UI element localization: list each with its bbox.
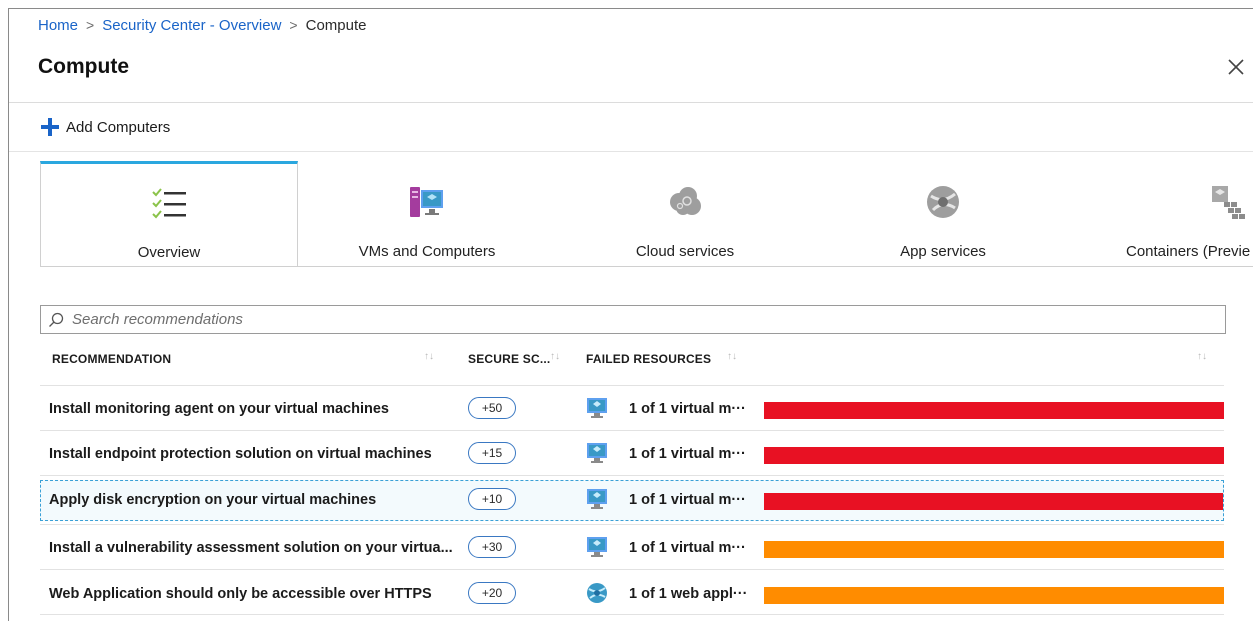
add-computers-label: Add Computers xyxy=(66,118,171,136)
recommendation-text: Install a vulnerability assessment solut… xyxy=(49,540,453,556)
add-computers-button[interactable]: Add Computers xyxy=(40,117,170,137)
app-services-icon xyxy=(927,186,959,218)
tab-vms-and-computers[interactable]: VMs and Computers xyxy=(298,162,556,266)
recommendation-text: Install endpoint protection solution on … xyxy=(49,446,432,462)
vm-icon xyxy=(587,398,607,418)
vm-icon xyxy=(410,187,443,217)
severity-bar xyxy=(764,447,1224,464)
table-row-selected[interactable]: Apply disk encryption on your virtual ma… xyxy=(40,480,1224,521)
failed-resources-text: 1 of 1 virtual m··· xyxy=(629,492,746,508)
sort-icon[interactable]: ↑↓ xyxy=(727,351,737,362)
secure-score-badge: +30 xyxy=(468,536,516,558)
resource-tabs: Overview VMs and Computers Cloud service… xyxy=(40,161,1253,267)
search-icon xyxy=(49,312,64,327)
tab-label: Cloud services xyxy=(635,243,735,260)
web-app-icon xyxy=(587,583,607,603)
severity-bar xyxy=(764,493,1223,510)
tab-label: App services xyxy=(900,243,986,260)
plus-icon xyxy=(41,118,59,136)
secure-score-badge: +50 xyxy=(468,397,516,419)
recommendation-text: Install monitoring agent on your virtual… xyxy=(49,401,389,417)
breadcrumb: Home > Security Center - Overview > Compute xyxy=(38,17,366,34)
row-divider xyxy=(40,614,1224,615)
divider xyxy=(9,102,1253,103)
severity-bar xyxy=(764,587,1224,604)
breadcrumb-separator: > xyxy=(86,17,95,33)
failed-resources-text: 1 of 1 virtual m··· xyxy=(629,446,746,462)
recommendation-text: Apply disk encryption on your virtual ma… xyxy=(49,492,377,508)
tab-label: Containers (Previe xyxy=(1126,243,1251,260)
close-icon[interactable] xyxy=(1225,56,1247,78)
failed-resources-text: 1 of 1 web appl··· xyxy=(629,586,748,602)
breadcrumb-current: Compute xyxy=(305,17,367,34)
page-title: Compute xyxy=(38,55,129,78)
checklist-icon xyxy=(152,188,186,219)
recommendation-text: Web Application should only be accessibl… xyxy=(49,586,432,602)
severity-bar xyxy=(764,402,1224,419)
row-divider xyxy=(40,569,1224,570)
tab-cloud-services[interactable]: Cloud services xyxy=(556,162,814,266)
row-divider xyxy=(40,475,1224,476)
tab-overview[interactable]: Overview xyxy=(40,161,298,266)
sort-icon[interactable]: ↑↓ xyxy=(424,351,434,362)
vm-icon xyxy=(587,443,607,463)
cloud-services-icon xyxy=(670,187,701,215)
vm-icon xyxy=(587,489,607,509)
breadcrumb-overview-link[interactable]: Security Center - Overview xyxy=(102,17,281,34)
row-divider xyxy=(40,385,1224,386)
sort-icon[interactable]: ↑↓ xyxy=(550,351,560,362)
secure-score-badge: +20 xyxy=(468,582,516,604)
failed-resources-text: 1 of 1 virtual m··· xyxy=(629,401,746,417)
breadcrumb-home-link[interactable]: Home xyxy=(38,17,78,34)
column-header-failed-resources[interactable]: FAILED RESOURCES xyxy=(586,352,711,366)
table-row[interactable]: Install endpoint protection solution on … xyxy=(40,434,1224,475)
secure-score-badge: +10 xyxy=(468,488,516,510)
search-input[interactable] xyxy=(70,310,1194,329)
tab-label: VMs and Computers xyxy=(358,243,496,260)
table-row[interactable]: Install monitoring agent on your virtual… xyxy=(40,389,1224,430)
column-header-secure-score[interactable]: SECURE SC... xyxy=(468,352,550,366)
tab-containers[interactable]: Containers (Previe xyxy=(1072,162,1253,266)
divider xyxy=(9,151,1253,152)
failed-resources-text: 1 of 1 virtual m··· xyxy=(629,540,746,556)
row-divider xyxy=(40,524,1224,525)
tab-app-services[interactable]: App services xyxy=(814,162,1072,266)
tab-label: Overview xyxy=(137,244,201,261)
table-row[interactable]: Web Application should only be accessibl… xyxy=(40,574,1224,615)
severity-bar xyxy=(764,541,1224,558)
vm-icon xyxy=(587,537,607,557)
table-row[interactable]: Install a vulnerability assessment solut… xyxy=(40,528,1224,569)
breadcrumb-separator: > xyxy=(289,17,298,33)
secure-score-badge: +15 xyxy=(468,442,516,464)
column-header-recommendation[interactable]: RECOMMENDATION xyxy=(52,352,171,366)
search-box xyxy=(40,305,1226,334)
sort-icon[interactable]: ↑↓ xyxy=(1197,351,1207,362)
containers-icon xyxy=(1212,186,1245,219)
row-divider xyxy=(40,430,1224,431)
